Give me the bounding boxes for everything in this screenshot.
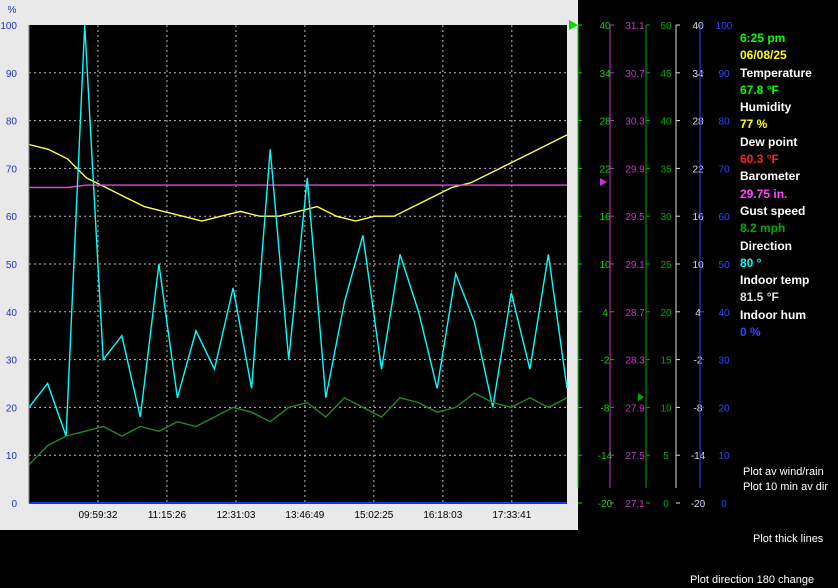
temperature-label: Temperature (740, 65, 812, 80)
humidity-label: Humidity (740, 100, 792, 115)
barometer-value: 29.75 in. (740, 186, 788, 201)
right-tick-label: 15 (660, 356, 672, 367)
right-tick-label: 31.1 (625, 21, 645, 32)
wind-axis-marker (638, 393, 644, 401)
left-tick-label: 80 (6, 117, 18, 128)
right-tick-label: -2 (694, 356, 703, 367)
weather-chart: 09:59:32 11:15:26 12:31:03 13:46:49 15:02:25… (0, 5, 733, 521)
left-tick-label: 70 (6, 164, 18, 175)
right-tick-label: -8 (601, 403, 610, 414)
right-tick-label: 27.9 (625, 403, 645, 414)
right-tick-label: -20 (598, 499, 613, 510)
right-tick-label: 40 (718, 308, 730, 319)
humidity-value: 77 % (740, 117, 768, 132)
left-tick-label: 0 (11, 499, 17, 510)
right-tick-label: 100 (716, 21, 733, 32)
right-tick-label: 30 (660, 212, 672, 223)
left-tick-label: 50 (6, 260, 18, 271)
left-tick-label: 30 (6, 356, 18, 367)
right-tick-label: -14 (691, 451, 706, 462)
x-tick-label: 09:59:32 (79, 510, 118, 521)
right-tick-label: 34 (599, 69, 611, 80)
x-tick-label: 15:02:25 (354, 510, 393, 521)
right-tick-label: 90 (718, 69, 730, 80)
direction-label: Direction (740, 238, 793, 253)
temperature-value: 67.8 °F (740, 82, 779, 97)
right-tick-label: 16 (599, 212, 611, 223)
right-tick-label: 10 (718, 451, 730, 462)
right-tick-label: 29.5 (625, 212, 645, 223)
right-tick-label: 0 (721, 499, 727, 510)
right-tick-label: 30.3 (625, 117, 645, 128)
x-tick-label: 17:33:41 (492, 510, 531, 521)
temperature-axis-marker (569, 20, 578, 30)
right-tick-label: 0 (663, 499, 669, 510)
readout-time: 6:25 pm (740, 31, 786, 45)
indoor-hum-value: 0 % (740, 325, 761, 340)
dewpoint-value: 60.3 °F (740, 152, 779, 167)
direction-value: 80 ° (740, 255, 762, 270)
indoor-hum-label: Indoor hum (740, 307, 806, 322)
right-tick-label: -2 (601, 356, 610, 367)
plot-thick-option[interactable]: Plot thick lines (753, 533, 823, 545)
indoor-temp-value: 81.5 °F (740, 290, 779, 305)
right-tick-label: 20 (718, 403, 730, 414)
left-tick-label: 90 (6, 69, 18, 80)
right-tick-label: 30.7 (625, 69, 645, 80)
right-tick-label: 60 (718, 212, 730, 223)
plot-direction-option[interactable]: Plot direction 180 change (690, 574, 814, 586)
right-tick-label: 34 (692, 69, 704, 80)
x-tick-label: 16:18:03 (423, 510, 462, 521)
readout-date: 06/08/25 (740, 48, 787, 63)
right-tick-label: 20 (660, 308, 672, 319)
plot-10min-option[interactable]: Plot 10 min av dir (743, 481, 828, 493)
gust-value: 8.2 mph (740, 221, 786, 236)
right-tick-label: 27.1 (625, 499, 645, 510)
right-tick-label: 45 (660, 69, 672, 80)
indoor-temp-label: Indoor temp (740, 273, 810, 288)
right-tick-label: 40 (599, 21, 611, 32)
barometer-label: Barometer (740, 169, 801, 184)
right-tick-label: 50 (660, 21, 672, 32)
right-tick-label: 30 (718, 356, 730, 367)
right-tick-label: 10 (692, 260, 704, 271)
right-tick-label: 28.7 (625, 308, 645, 319)
right-tick-label: 35 (660, 164, 672, 175)
left-tick-label: 10 (6, 451, 18, 462)
right-tick-label: -20 (691, 499, 706, 510)
right-tick-label: 70 (718, 164, 730, 175)
right-tick-label: 4 (602, 308, 608, 319)
right-tick-label: 40 (660, 117, 672, 128)
right-tick-label: 22 (599, 164, 611, 175)
right-tick-label: 29.1 (625, 260, 645, 271)
right-tick-label: 10 (599, 260, 611, 271)
barometer-axis-marker (600, 178, 607, 186)
x-tick-label: 11:15:26 (148, 510, 187, 521)
gust-label: Gust speed (740, 203, 806, 218)
right-tick-label: 80 (718, 117, 730, 128)
left-tick-label: 40 (6, 308, 18, 319)
x-tick-label: 12:31:03 (216, 510, 255, 521)
right-tick-label: 29.9 (625, 164, 645, 175)
dewpoint-label: Dew point (740, 134, 798, 149)
left-tick-label: 20 (6, 403, 18, 414)
right-tick-label: 27.5 (625, 451, 645, 462)
right-tick-label: 28 (692, 117, 704, 128)
right-tick-label: 22 (692, 164, 704, 175)
live-readout: 6:25 pm 06/08/25 Temperature 67.8 °F Hum… (740, 30, 836, 341)
right-tick-label: 25 (660, 260, 672, 271)
plot-av-wind-option[interactable]: Plot av wind/rain (743, 466, 824, 478)
right-tick-label: 16 (692, 212, 704, 223)
right-tick-label: -8 (694, 403, 703, 414)
x-tick-label: 13:46:49 (285, 510, 324, 521)
left-tick-label: 100 (0, 21, 17, 32)
right-tick-label: 28.3 (625, 356, 645, 367)
right-tick-label: 10 (660, 403, 672, 414)
left-axis-unit: % (8, 5, 17, 16)
left-tick-label: 60 (6, 212, 18, 223)
right-tick-label: 5 (663, 451, 669, 462)
right-tick-label: 28 (599, 117, 611, 128)
right-tick-label: 40 (692, 21, 704, 32)
right-tick-label: 50 (718, 260, 730, 271)
